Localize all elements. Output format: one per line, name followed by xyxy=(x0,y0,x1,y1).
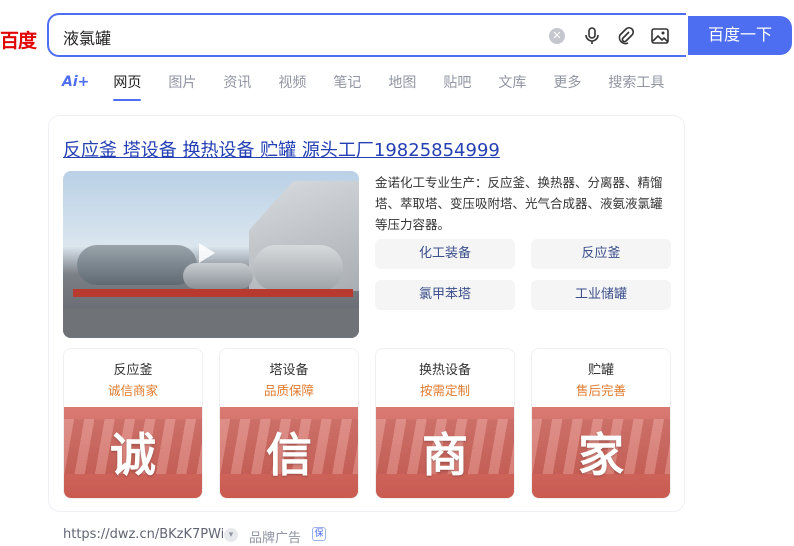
tank-shape xyxy=(77,245,197,285)
tab-news[interactable]: 资讯 xyxy=(223,72,251,92)
play-icon[interactable] xyxy=(199,243,215,263)
brand-ad-label: 品牌广告 xyxy=(249,531,302,546)
chip-chlorotoluene-tower[interactable]: 氯甲苯塔 xyxy=(375,280,515,310)
tile-label: 塔设备 xyxy=(269,363,309,378)
tile-sub: 按需定制 xyxy=(419,383,470,398)
image-search-icon[interactable] xyxy=(650,26,670,46)
tile-big-char: 诚 xyxy=(110,428,156,482)
ad-title-link[interactable]: 反应釜 塔设备 换热设备 贮罐 源头工厂19825854999 xyxy=(63,136,500,162)
search-tabs: Ai+ 网页 图片 资讯 视频 笔记 地图 贴吧 文库 更多 搜索工具 xyxy=(62,72,691,101)
search-button[interactable]: 百度一下 xyxy=(688,16,792,55)
clear-icon[interactable]: ✕ xyxy=(549,28,565,44)
road-shape xyxy=(63,308,359,338)
paperclip-icon[interactable] xyxy=(615,26,635,46)
search-input[interactable]: 液氯罐 xyxy=(63,25,111,49)
tab-web[interactable]: 网页 xyxy=(113,72,142,101)
tile-sub: 售后完善 xyxy=(575,383,626,398)
tab-more[interactable]: 更多 xyxy=(553,72,581,92)
chip-chemical-equipment[interactable]: 化工装备 xyxy=(375,239,515,269)
tab-notes[interactable]: 笔记 xyxy=(333,72,361,92)
tile-label: 贮罐 xyxy=(587,363,614,378)
tab-video[interactable]: 视频 xyxy=(278,72,306,92)
tab-search-tools[interactable]: 搜索工具 xyxy=(608,72,664,92)
tile-label: 反应釜 xyxy=(113,363,153,378)
chevron-down-icon[interactable]: ▾ xyxy=(224,528,238,542)
chip-industrial-tank[interactable]: 工业储罐 xyxy=(531,280,671,310)
trailer-shape xyxy=(73,289,353,297)
tank-shape xyxy=(253,245,343,291)
microphone-icon[interactable] xyxy=(582,26,602,46)
tab-map[interactable]: 地图 xyxy=(388,72,416,92)
ad-description: 金诺化工专业生产：反应釜、换热器、分离器、精馏塔、萃取塔、变压吸附塔、光气合成器… xyxy=(375,175,663,232)
shield-badge-icon: 保 xyxy=(312,527,326,541)
tile-tower[interactable]: 塔设备 品质保障 信 xyxy=(219,348,359,499)
tab-wenku[interactable]: 文库 xyxy=(498,72,526,92)
tile-big-char: 商 xyxy=(422,428,468,482)
baidu-logo[interactable]: 百度 xyxy=(0,26,37,53)
tab-ai[interactable]: Ai+ xyxy=(62,74,89,90)
tile-sub: 诚信商家 xyxy=(107,383,158,398)
tile-heat-exchanger[interactable]: 换热设备 按需定制 商 xyxy=(375,348,515,499)
tile-sub: 品质保障 xyxy=(263,383,314,398)
tile-storage-tank[interactable]: 贮罐 售后完善 家 xyxy=(531,348,671,499)
tile-big-char: 家 xyxy=(578,428,624,482)
tab-images[interactable]: 图片 xyxy=(168,72,196,92)
tank-shape xyxy=(183,263,253,289)
ad-url[interactable]: https://dwz.cn/BKzK7PWi xyxy=(63,527,224,542)
chip-reactor[interactable]: 反应釜 xyxy=(531,239,671,269)
tab-tieba[interactable]: 贴吧 xyxy=(443,72,471,92)
tile-reactor[interactable]: 反应釜 诚信商家 诚 xyxy=(63,348,203,499)
search-box[interactable]: 液氯罐 ✕ xyxy=(47,13,686,57)
ad-hero-video[interactable] xyxy=(63,171,359,338)
tile-big-char: 信 xyxy=(266,428,312,482)
tile-label: 换热设备 xyxy=(418,363,471,378)
